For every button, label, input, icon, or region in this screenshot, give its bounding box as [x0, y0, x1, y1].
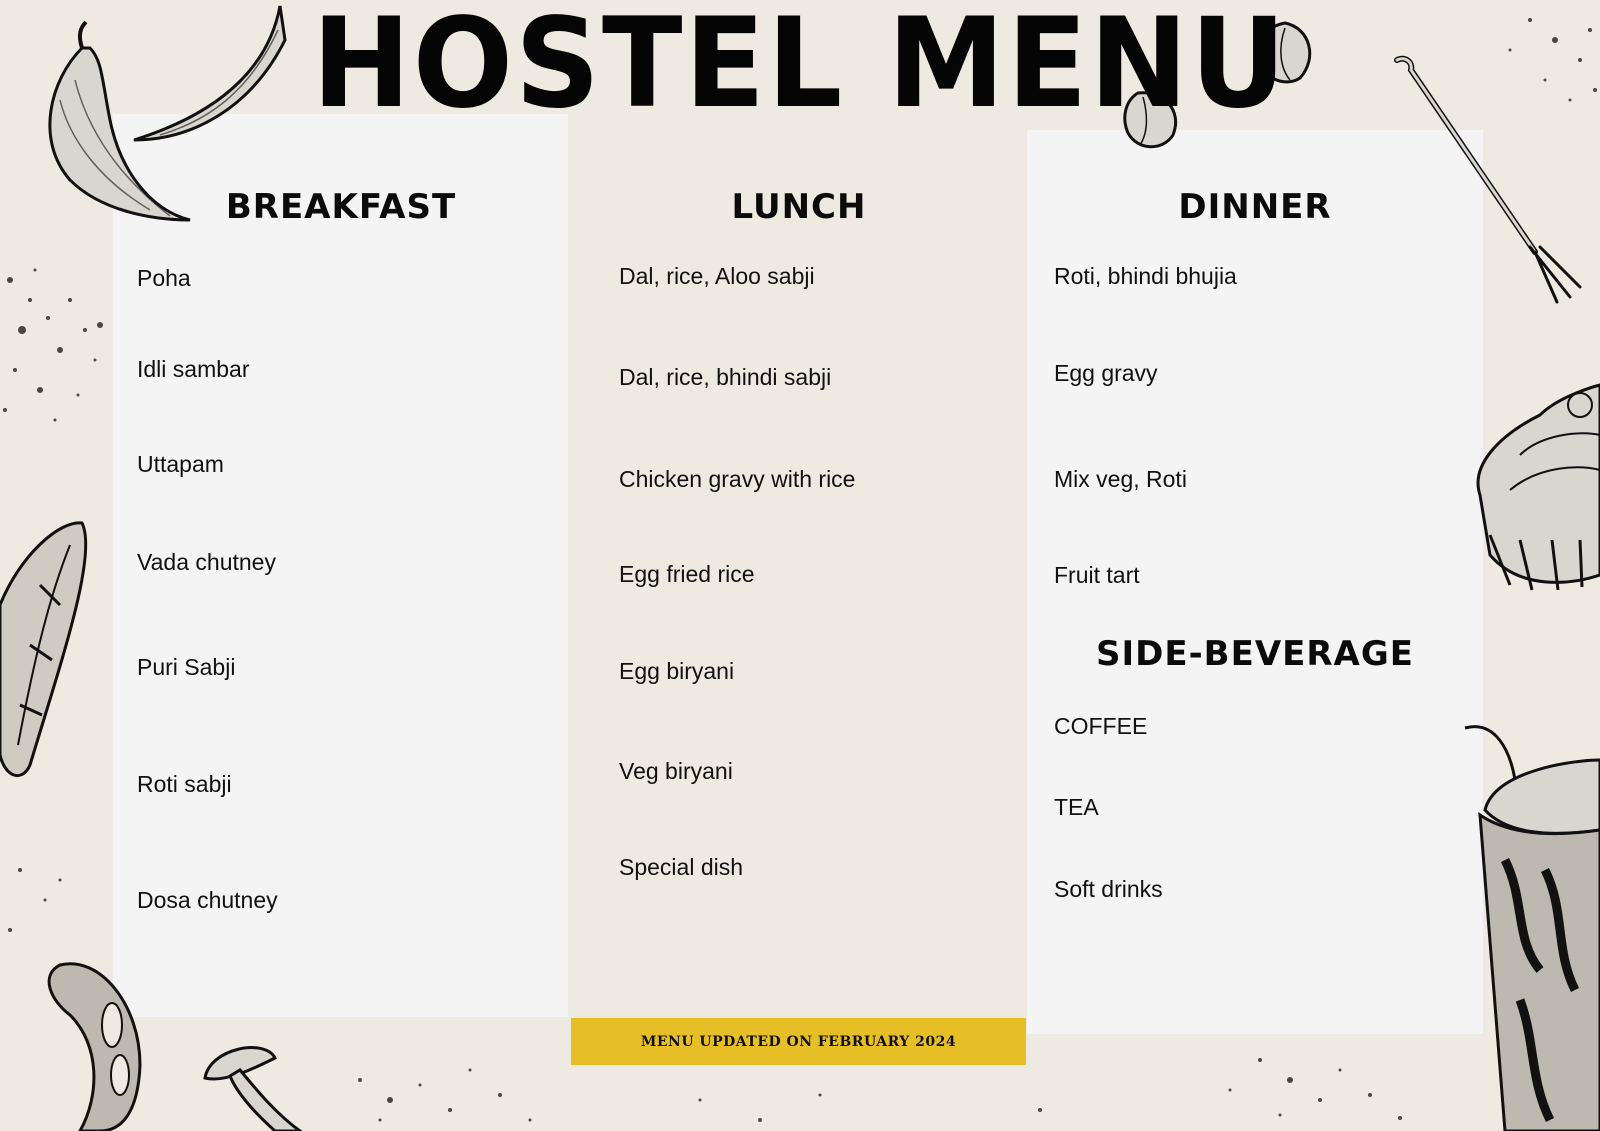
dinner-item: Egg gravy [1054, 360, 1158, 386]
milkshake-illustration [1464, 725, 1600, 1131]
beverage-item: Soft drinks [1054, 876, 1163, 902]
lunch-item: Egg fried rice [619, 561, 755, 587]
lunch-item: Egg biryani [619, 658, 735, 684]
lunch-item: Dal, rice, Aloo sabji [619, 263, 815, 289]
lunch-item: Special dish [619, 854, 744, 880]
side-beverage-heading: SIDE-BEVERAGE [1095, 634, 1414, 674]
beverage-item: COFFEE [1054, 713, 1148, 739]
breakfast-item: Puri Sabji [137, 654, 236, 680]
dinner-heading: DINNER [1178, 187, 1332, 227]
dinner-item: Mix veg, Roti [1054, 466, 1187, 492]
breakfast-item: Uttapam [137, 451, 224, 477]
beverage-item: TEA [1054, 794, 1099, 820]
breakfast-item: Poha [137, 265, 191, 291]
dinner-item: Fruit tart [1054, 562, 1140, 588]
footer-text: MENU UPDATED ON FEBRUARY 2024 [640, 1033, 957, 1050]
menu-title: HOSTEL MENU [311, 0, 1289, 136]
lunch-heading: LUNCH [731, 187, 867, 227]
cinnamon-roll-illustration [1476, 383, 1600, 591]
dinner-item: Roti, bhindi bhujia [1054, 263, 1237, 289]
breakfast-item: Vada chutney [137, 549, 276, 575]
sausage-illustration [0, 521, 88, 778]
lunch-item: Veg biryani [619, 758, 733, 784]
lunch-item: Dal, rice, bhindi sabji [619, 364, 832, 390]
sausage-illustration [47, 962, 142, 1131]
breakfast-item: Idli sambar [137, 356, 250, 382]
mushroom-illustration [203, 1046, 303, 1131]
lunch-item: Chicken gravy with rice [619, 466, 856, 492]
breakfast-heading: BREAKFAST [225, 187, 457, 227]
footer-banner: MENU UPDATED ON FEBRUARY 2024 [571, 1018, 1026, 1065]
breakfast-item: Roti sabji [137, 771, 232, 797]
breakfast-item: Dosa chutney [137, 887, 278, 913]
